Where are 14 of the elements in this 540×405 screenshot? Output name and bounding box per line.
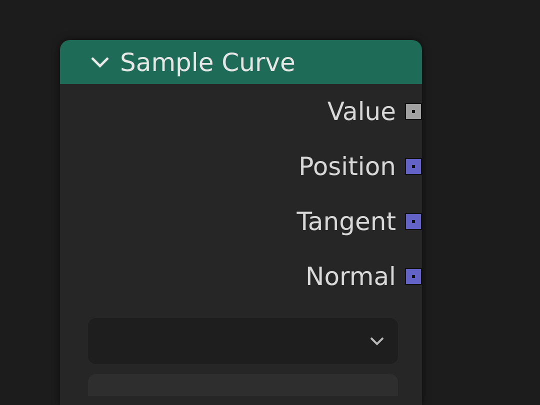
- socket-icon[interactable]: [405, 268, 422, 285]
- node-header[interactable]: Sample Curve: [60, 40, 422, 84]
- socket-icon[interactable]: [405, 103, 422, 120]
- output-socket-label: Tangent: [296, 207, 396, 236]
- output-socket-label: Position: [298, 152, 396, 181]
- node-card[interactable]: Sample Curve Value Position Tangent Normal: [60, 40, 422, 405]
- socket-icon[interactable]: [405, 213, 422, 230]
- socket-icon[interactable]: [405, 158, 422, 175]
- dropdown-field[interactable]: [88, 318, 398, 364]
- chevron-down-icon: [370, 336, 384, 346]
- node-title: Sample Curve: [120, 48, 296, 76]
- output-socket-label: Normal: [306, 262, 396, 291]
- output-socket-label: Value: [327, 97, 396, 126]
- chevron-down-icon[interactable]: [90, 55, 110, 69]
